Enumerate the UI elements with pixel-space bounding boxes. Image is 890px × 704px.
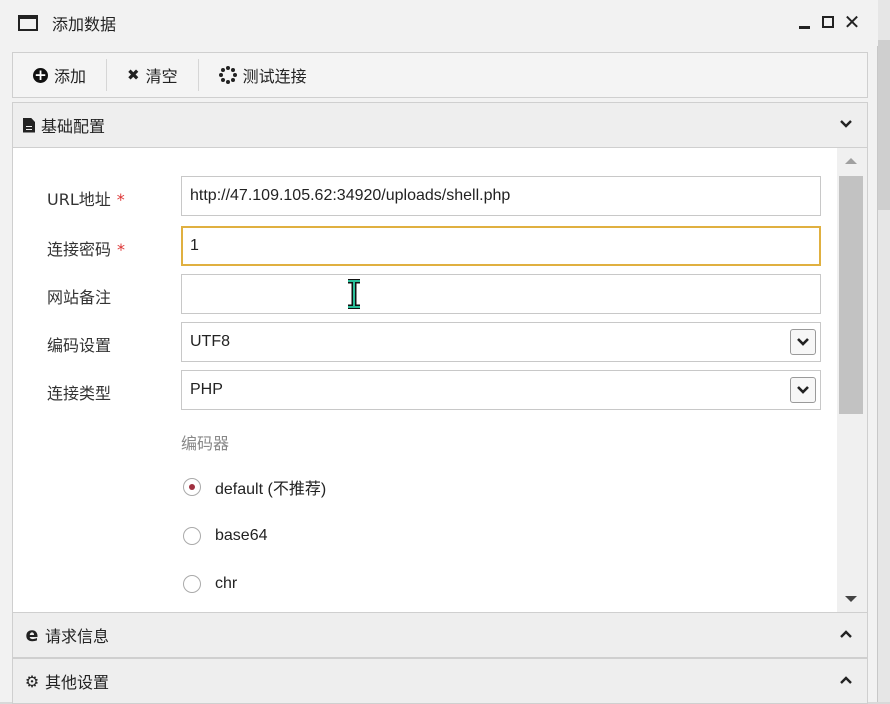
radio-chr[interactable] — [183, 575, 201, 593]
maximize-icon — [822, 16, 834, 28]
background-window-edge — [878, 0, 890, 702]
note-label: 网站备注 — [47, 288, 112, 307]
add-button-label: 添加 — [54, 67, 87, 86]
text-cursor-icon — [348, 279, 360, 309]
scroll-up-arrow-icon[interactable] — [845, 158, 857, 164]
encoding-value: UTF8 — [190, 333, 230, 350]
test-connection-label: 测试连接 — [242, 67, 307, 86]
panel-basic-title: 基础配置 — [41, 117, 106, 136]
type-select[interactable]: PHP — [181, 370, 821, 410]
panel-request-title: 请求信息 — [45, 627, 110, 646]
encoding-row: 编码设置 UTF8 — [13, 322, 833, 362]
encoder-option-default[interactable]: default (不推荐) — [183, 475, 326, 499]
test-connection-button[interactable]: 测试连接 — [218, 59, 307, 91]
plus-circle-icon: + — [33, 65, 48, 84]
clear-button[interactable]: ✖ 清空 — [127, 59, 178, 91]
type-row: 连接类型 PHP — [13, 370, 833, 410]
url-label: URL地址 * — [47, 186, 125, 210]
required-mark: * — [117, 240, 126, 259]
password-label: 连接密码 * — [47, 236, 125, 260]
document-icon — [23, 117, 35, 133]
panel-other-header[interactable]: ⚙ 其他设置 — [12, 658, 868, 704]
close-button[interactable]: ✕ — [843, 10, 861, 34]
radio-base64[interactable] — [183, 527, 201, 545]
password-input[interactable]: 1 — [181, 226, 821, 266]
chevron-up-icon — [840, 630, 852, 638]
encoder-option-chr[interactable]: chr — [183, 572, 237, 596]
x-icon: ✖ — [127, 66, 140, 84]
panel-basic-header[interactable]: 基础配置 — [12, 102, 868, 148]
encoder-title: 编码器 — [181, 434, 230, 453]
note-row: 网站备注 — [13, 274, 833, 314]
password-row: 连接密码 * 1 — [13, 226, 833, 266]
note-input[interactable] — [181, 274, 821, 314]
encoder-option-label: base64 — [215, 527, 268, 544]
panel-basic-body: URL地址 * http://47.109.105.62:34920/upload… — [12, 148, 868, 612]
required-mark: * — [116, 190, 125, 209]
window-controls: ✕ — [796, 10, 861, 34]
spinner-icon — [218, 66, 237, 84]
add-data-window: 添加数据 ✕ + 添加 ✖ 清空 测试连接 基础配置 URL地址 * http:… — [0, 0, 878, 704]
url-row: URL地址 * http://47.109.105.62:34920/upload… — [13, 176, 833, 216]
panel-request-header[interactable]: e 请求信息 — [12, 612, 868, 658]
password-label-text: 连接密码 — [47, 240, 112, 259]
title-bar[interactable]: 添加数据 ✕ — [0, 0, 878, 46]
close-icon: ✕ — [843, 10, 861, 34]
toolbar-separator — [106, 59, 108, 91]
encoding-dropdown-button[interactable] — [790, 329, 816, 355]
toolbar-separator — [197, 59, 199, 91]
window-title: 添加数据 — [52, 15, 117, 34]
maximize-button[interactable] — [820, 12, 836, 32]
minimize-button[interactable] — [796, 12, 812, 32]
background-window-edge-block — [878, 40, 890, 210]
add-button[interactable]: + 添加 — [33, 59, 86, 91]
panel-other-title: 其他设置 — [45, 673, 110, 692]
chevron-up-icon — [840, 676, 852, 684]
vertical-scrollbar[interactable] — [837, 148, 867, 612]
encoding-select[interactable]: UTF8 — [181, 322, 821, 362]
toolbar: + 添加 ✖ 清空 测试连接 — [12, 52, 868, 98]
scrollbar-thumb[interactable] — [839, 176, 863, 414]
scroll-down-arrow-icon[interactable] — [845, 596, 857, 602]
radio-default[interactable] — [183, 478, 201, 496]
chevron-down-icon — [840, 120, 852, 128]
encoder-option-label: default (不推荐) — [215, 481, 327, 498]
chevron-down-icon — [797, 386, 809, 394]
type-value: PHP — [190, 381, 223, 398]
url-label-text: URL地址 — [47, 190, 111, 209]
clear-button-label: 清空 — [145, 67, 178, 86]
url-input[interactable]: http://47.109.105.62:34920/uploads/shell… — [181, 176, 821, 216]
encoding-label: 编码设置 — [47, 336, 112, 355]
encoder-option-base64[interactable]: base64 — [183, 524, 268, 548]
encoder-option-label: chr — [215, 575, 238, 592]
gears-icon: ⚙ — [24, 671, 40, 691]
chevron-down-icon — [797, 338, 809, 346]
type-dropdown-button[interactable] — [790, 377, 816, 403]
type-label: 连接类型 — [47, 384, 112, 403]
window-icon — [18, 15, 38, 31]
minimize-icon — [798, 25, 810, 29]
edge-browser-icon: e — [25, 624, 39, 646]
